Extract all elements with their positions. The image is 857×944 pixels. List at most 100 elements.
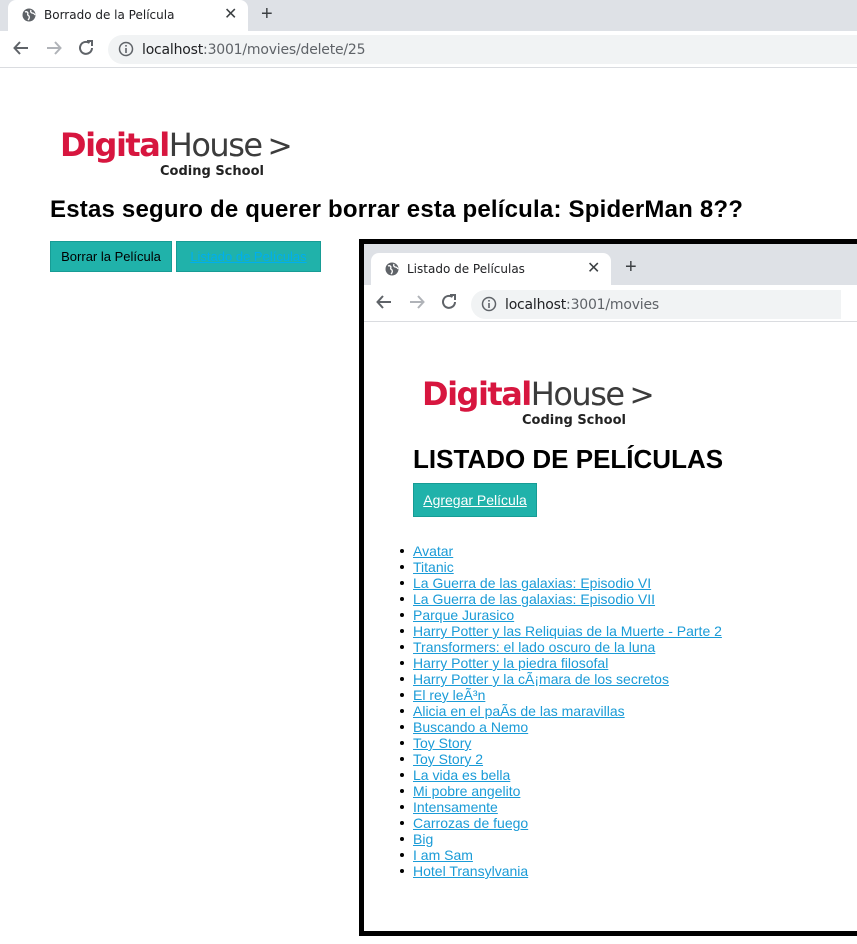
logo-tagline: Coding School <box>160 164 264 179</box>
movie-link[interactable]: Transformers: el lado oscuro de la luna <box>413 639 655 655</box>
list-bullet <box>400 629 404 633</box>
movie-list-title: LISTADO DE PELÍCULAS <box>413 444 724 474</box>
url-host: localhost <box>142 42 204 58</box>
list-bullet <box>400 661 404 665</box>
list-bullet <box>400 821 404 825</box>
inner-url-text: localhost:3001/movies <box>505 297 659 313</box>
logo-house: House <box>168 126 263 164</box>
reload-icon[interactable] <box>440 293 458 316</box>
movie-link[interactable]: Mi pobre angelito <box>413 783 520 799</box>
inner-digital-house-logo: DigitalHouse > Coding School <box>422 375 655 431</box>
close-tab-icon[interactable]: ✕ <box>587 258 600 278</box>
logo-chevron: > <box>267 129 293 164</box>
logo-chevron: > <box>629 378 655 413</box>
url-host: localhost <box>505 297 567 313</box>
list-item: Toy Story <box>413 735 722 751</box>
list-item: El rey leÃ³n <box>413 687 722 703</box>
list-bullet <box>400 565 404 569</box>
list-item: Parque Jurasico <box>413 607 722 623</box>
inner-address-bar[interactable]: localhost:3001/movies <box>471 290 841 319</box>
movie-link[interactable]: La Guerra de las galaxias: Episodio VII <box>413 591 655 607</box>
movie-link[interactable]: Harry Potter y las Reliquias de la Muert… <box>413 623 722 639</box>
url-path: :3001/movies/delete/25 <box>203 42 366 58</box>
movie-link[interactable]: Toy Story <box>413 735 471 751</box>
list-item: Titanic <box>413 559 722 575</box>
page-title: Estas seguro de querer borrar esta pelíc… <box>50 196 744 223</box>
movie-link[interactable]: Alicia en el paÃ­s de las maravillas <box>413 703 625 719</box>
movie-list-link[interactable]: Listado de Películas <box>176 241 321 272</box>
movie-link[interactable]: Carrozas de fuego <box>413 815 528 831</box>
add-movie-button[interactable]: Agregar Película <box>413 483 537 517</box>
movie-link[interactable]: Hotel Transylvania <box>413 863 528 879</box>
list-item: Big <box>413 831 722 847</box>
list-item: Alicia en el paÃ­s de las maravillas <box>413 703 722 719</box>
embedded-screenshot: Listado de Películas ✕ + localhost:3001/… <box>359 239 857 936</box>
logo-digital: Digital <box>60 126 170 164</box>
new-tab-button[interactable]: + <box>625 256 637 279</box>
movie-list: Avatar Titanic La Guerra de las galaxias: … <box>413 543 722 879</box>
list-item: La vida es bella <box>413 767 722 783</box>
list-bullet <box>400 773 404 777</box>
globe-icon <box>22 8 36 27</box>
url-text: localhost:3001/movies/delete/25 <box>142 42 366 58</box>
list-bullet <box>400 789 404 793</box>
movie-link[interactable]: Toy Story 2 <box>413 751 483 767</box>
inner-tab-title: Listado de Películas <box>407 262 525 276</box>
list-item: Harry Potter y las Reliquias de la Muert… <box>413 623 722 639</box>
digital-house-logo: DigitalHouse > Coding School <box>60 126 293 182</box>
movie-link[interactable]: Titanic <box>413 559 454 575</box>
list-bullet <box>400 853 404 857</box>
site-info-icon[interactable] <box>481 296 497 317</box>
movie-link[interactable]: Intensamente <box>413 799 498 815</box>
delete-movie-button[interactable]: Borrar la Película <box>50 241 172 272</box>
movie-link[interactable]: La vida es bella <box>413 767 510 783</box>
movie-link[interactable]: La Guerra de las galaxias: Episodio VI <box>413 575 651 591</box>
new-tab-button[interactable]: + <box>261 3 273 26</box>
list-bullet <box>400 757 404 761</box>
list-item: Harry Potter y la piedra filosofal <box>413 655 722 671</box>
list-bullet <box>400 741 404 745</box>
forward-arrow-icon[interactable] <box>45 39 63 62</box>
forward-arrow-icon[interactable] <box>408 293 426 316</box>
list-item: Buscando a Nemo <box>413 719 722 735</box>
list-item: La Guerra de las galaxias: Episodio VII <box>413 591 722 607</box>
address-bar[interactable]: localhost:3001/movies/delete/25 <box>108 35 857 64</box>
list-item: Hotel Transylvania <box>413 863 722 879</box>
list-bullet <box>400 549 404 553</box>
list-item: Intensamente <box>413 799 722 815</box>
movie-link[interactable]: Avatar <box>413 543 453 559</box>
movie-link[interactable]: I am Sam <box>413 847 473 863</box>
movie-link[interactable]: Harry Potter y la piedra filosofal <box>413 655 608 671</box>
list-item: Toy Story 2 <box>413 751 722 767</box>
list-item: Mi pobre angelito <box>413 783 722 799</box>
inner-browser-tab[interactable]: Listado de Películas ✕ <box>371 253 611 285</box>
site-info-icon[interactable] <box>118 41 134 62</box>
list-item: La Guerra de las galaxias: Episodio VI <box>413 575 722 591</box>
back-arrow-icon[interactable] <box>375 293 393 316</box>
list-item: Avatar <box>413 543 722 559</box>
inner-browser-toolbar: localhost:3001/movies <box>364 285 857 322</box>
movie-link[interactable]: El rey leÃ³n <box>413 687 485 703</box>
list-item: Transformers: el lado oscuro de la luna <box>413 639 722 655</box>
list-bullet <box>400 869 404 873</box>
list-bullet <box>400 725 404 729</box>
list-bullet <box>400 613 404 617</box>
back-arrow-icon[interactable] <box>12 39 30 62</box>
logo-digital: Digital <box>422 375 532 413</box>
browser-tab[interactable]: Borrado de la Película ✕ <box>8 0 248 31</box>
list-bullets <box>400 543 404 885</box>
list-item: I am Sam <box>413 847 722 863</box>
movie-link[interactable]: Buscando a Nemo <box>413 719 528 735</box>
movie-link[interactable]: Big <box>413 831 433 847</box>
close-tab-icon[interactable]: ✕ <box>224 4 237 24</box>
reload-icon[interactable] <box>77 39 95 62</box>
list-bullet <box>400 837 404 841</box>
list-bullet <box>400 597 404 601</box>
logo-house: House <box>530 375 625 413</box>
list-item: Carrozas de fuego <box>413 815 722 831</box>
movie-link[interactable]: Parque Jurasico <box>413 607 514 623</box>
movie-link[interactable]: Harry Potter y la cÃ¡mara de los secreto… <box>413 671 669 687</box>
list-item: Harry Potter y la cÃ¡mara de los secreto… <box>413 671 722 687</box>
inner-tab-strip: Listado de Películas ✕ + <box>364 244 857 285</box>
list-bullet <box>400 645 404 649</box>
